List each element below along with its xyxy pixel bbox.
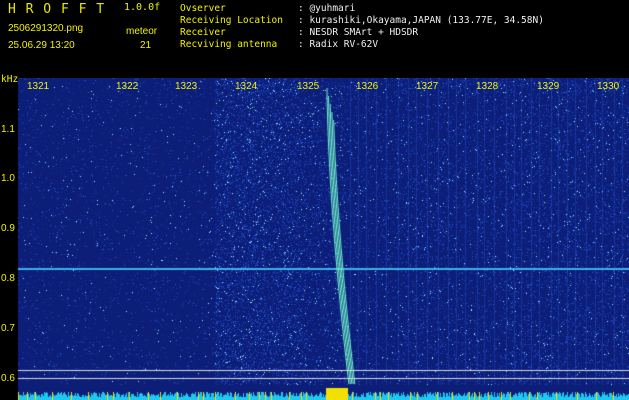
y-tick-label: 1.1 [1, 124, 15, 135]
header-panel: H R O F F T 1.0.0f 2506291320.png meteor… [0, 0, 629, 78]
spectrogram [0, 78, 629, 400]
version-label: 1.0.0f [124, 2, 161, 13]
x-tick-label: 1329 [537, 81, 560, 92]
x-tick-label: 1326 [356, 81, 379, 92]
meteor-count: 21 [140, 40, 152, 51]
info-key-receiver: Receiver [180, 27, 226, 38]
x-tick-label: 1328 [476, 81, 499, 92]
x-tick-label: 1323 [175, 81, 198, 92]
info-key-antenna: Recviving antenna [180, 39, 278, 50]
y-tick-label: 0.6 [1, 373, 15, 384]
x-tick-label: 1327 [416, 81, 439, 92]
meteor-label: meteor [126, 26, 158, 37]
info-value-antenna: : Radix RV-62V [298, 39, 379, 50]
y-tick-label: 1.0 [1, 173, 15, 184]
y-tick-label: 0.7 [1, 323, 15, 334]
x-tick-label: 1325 [297, 81, 320, 92]
info-key-observer: Ovserver [180, 3, 226, 14]
frequency-unit-label: kHz [1, 74, 19, 85]
info-value-location: : kurashiki,Okayama,JAPAN (133.77E, 34.5… [298, 15, 544, 26]
info-value-observer: : @yuhmari [298, 3, 356, 14]
info-key-location: Receiving Location [180, 15, 283, 26]
x-tick-label: 1330 [597, 81, 620, 92]
app-title: H R O F F T [8, 2, 106, 17]
info-value-receiver: : NESDR SMArt + HDSDR [298, 27, 419, 38]
y-tick-label: 0.8 [1, 273, 15, 284]
filename-label: 2506291320.png [8, 23, 84, 34]
datetime-label: 25.06.29 13:20 [8, 40, 75, 51]
y-tick-label: 0.9 [1, 223, 15, 234]
x-tick-label: 1321 [27, 81, 50, 92]
x-tick-label: 1324 [235, 81, 258, 92]
x-tick-label: 1322 [116, 81, 139, 92]
